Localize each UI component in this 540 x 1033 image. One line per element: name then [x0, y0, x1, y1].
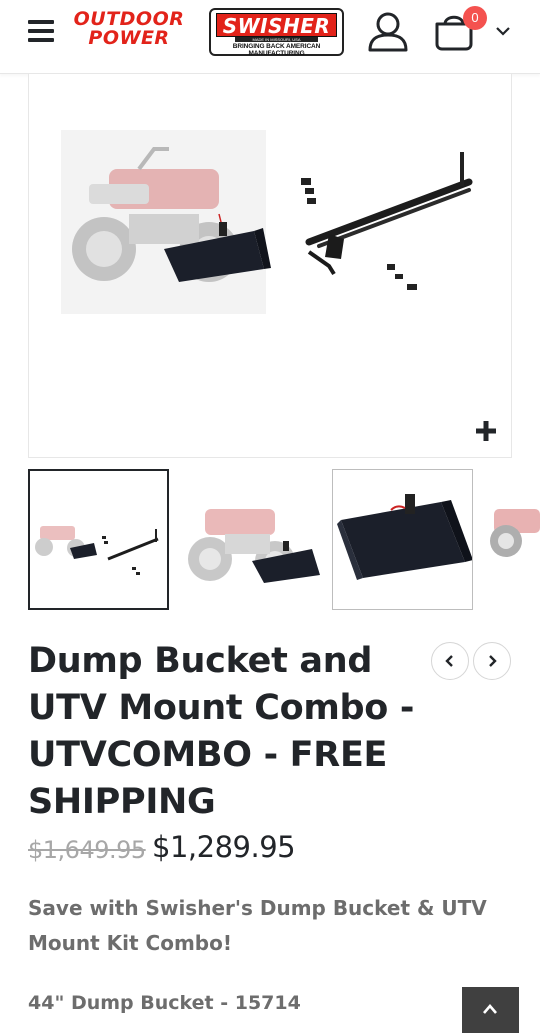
- hamburger-menu-icon[interactable]: [28, 20, 54, 42]
- scroll-to-top-button[interactable]: [462, 987, 519, 1033]
- product-title: Dump Bucket and UTV Mount Combo - UTVCOM…: [28, 641, 415, 822]
- user-icon[interactable]: [367, 12, 409, 52]
- site-header: OUTDOOR POWER SWISHER MADE IN MISSOURI, …: [0, 0, 540, 74]
- sale-price: $1,289.95: [152, 830, 296, 864]
- thumbnail-combo-kit[interactable]: [28, 469, 169, 610]
- logo-outdoor-line2: POWER: [88, 27, 170, 49]
- chevron-up-icon: [483, 1004, 497, 1014]
- kit-item: 44" Dump Bucket - 15714: [28, 992, 301, 1014]
- plus-icon[interactable]: [474, 419, 498, 443]
- main-product-image[interactable]: [28, 74, 512, 458]
- product-image-illustration: [61, 130, 473, 314]
- thumbnail-atv-with-bucket[interactable]: [180, 469, 321, 610]
- swisher-logo-slogan: BRINGING BACK AMERICAN MANUFACTURING: [232, 43, 321, 57]
- utv-mount-parts: [301, 152, 473, 290]
- previous-product-button[interactable]: [431, 642, 469, 680]
- thumbnail-atv-side-view[interactable]: [484, 469, 540, 610]
- swisher-logo-main: SWISHER: [216, 13, 337, 38]
- old-price: $1,649.95: [28, 836, 146, 864]
- product-short-description: Save with Swisher's Dump Bucket & UTV Mo…: [28, 896, 487, 955]
- swisher-logo[interactable]: SWISHER MADE IN MISSOURI, USA BRINGING B…: [209, 8, 344, 57]
- swisher-logo-tagline: MADE IN MISSOURI, USA: [235, 37, 318, 42]
- chevron-right-icon: [489, 655, 497, 667]
- chevron-left-icon: [445, 655, 453, 667]
- thumbnail-strip: [28, 469, 540, 611]
- outdoor-power-logo[interactable]: OUTDOOR POWER: [70, 10, 188, 54]
- next-product-button[interactable]: [473, 642, 511, 680]
- cart-count-badge: 0: [463, 6, 487, 30]
- thumbnail-dump-bucket[interactable]: [332, 469, 473, 610]
- chevron-down-icon[interactable]: [494, 24, 512, 38]
